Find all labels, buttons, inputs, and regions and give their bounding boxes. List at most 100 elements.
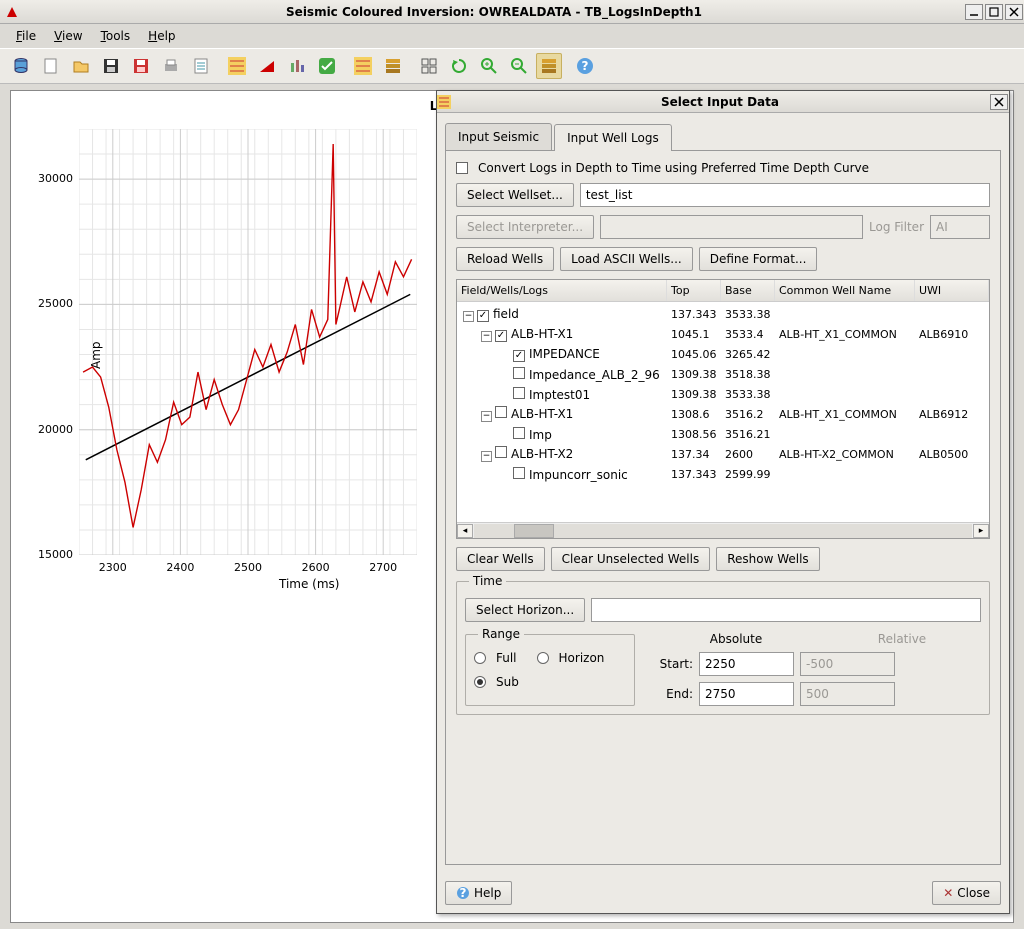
tree-row[interactable]: −✓ALB-HT-X11045.13533.4ALB-HT_X1_COMMONA… (457, 324, 989, 344)
clear-unselected-button[interactable]: Clear Unselected Wells (551, 547, 711, 571)
row-checkbox[interactable] (513, 387, 525, 399)
menu-file[interactable]: File (8, 27, 44, 45)
seismic2-icon[interactable] (350, 53, 376, 79)
select-horizon-button[interactable]: Select Horizon... (465, 598, 585, 622)
open-icon[interactable] (68, 53, 94, 79)
help-icon[interactable]: ? (572, 53, 598, 79)
row-checkbox[interactable] (513, 427, 525, 439)
row-top: 1045.1 (667, 328, 721, 341)
row-uwi: ALB6912 (915, 408, 989, 421)
layers2-icon[interactable] (536, 53, 562, 79)
row-uwi: ALB0500 (915, 448, 989, 461)
reshow-wells-button[interactable]: Reshow Wells (716, 547, 819, 571)
radio-horizon[interactable] (537, 652, 549, 664)
menu-view[interactable]: View (46, 27, 90, 45)
row-base: 3533.38 (721, 308, 775, 321)
dialog-titlebar: Select Input Data (437, 91, 1009, 113)
scroll-right-icon[interactable]: ▸ (973, 524, 989, 538)
col-top[interactable]: Top (667, 280, 721, 301)
tree-row[interactable]: Imp1308.563516.21 (457, 424, 989, 444)
tab-input-seismic[interactable]: Input Seismic (445, 123, 552, 150)
close-button[interactable]: ✕Close (932, 881, 1001, 905)
tree-hscroll[interactable]: ◂ ▸ (457, 522, 989, 538)
tree-row[interactable]: Imptest011309.383533.38 (457, 384, 989, 404)
wellset-input[interactable] (580, 183, 990, 207)
row-checkbox[interactable]: ✓ (477, 310, 489, 322)
wells-tree[interactable]: Field/Wells/Logs Top Base Common Well Na… (456, 279, 990, 539)
check-icon[interactable] (314, 53, 340, 79)
tree-row[interactable]: ✓IMPEDANCE1045.063265.42 (457, 344, 989, 364)
expand-icon[interactable]: − (481, 411, 492, 422)
maximize-button[interactable] (985, 4, 1003, 20)
row-checkbox[interactable] (495, 446, 507, 458)
y-axis-label: Amp (89, 341, 103, 369)
row-top: 137.343 (667, 468, 721, 481)
row-top: 1309.38 (667, 368, 721, 381)
grid-icon[interactable] (416, 53, 442, 79)
window-title: Seismic Coloured Inversion: OWREALDATA -… (24, 5, 964, 19)
save-red-icon[interactable] (128, 53, 154, 79)
seismic1-icon[interactable] (224, 53, 250, 79)
svg-text:?: ? (460, 886, 467, 900)
define-format-button[interactable]: Define Format... (699, 247, 818, 271)
row-checkbox[interactable] (513, 467, 525, 479)
radio-full[interactable] (474, 652, 486, 664)
scroll-thumb[interactable] (514, 524, 554, 538)
db-icon[interactable] (8, 53, 34, 79)
row-base: 3533.4 (721, 328, 775, 341)
start-input[interactable] (699, 652, 794, 676)
end-input[interactable] (699, 682, 794, 706)
print-icon[interactable] (158, 53, 184, 79)
row-checkbox[interactable] (495, 406, 507, 418)
row-checkbox[interactable]: ✓ (495, 330, 507, 342)
dialog-close-icon[interactable] (990, 94, 1008, 110)
refresh-icon[interactable] (446, 53, 472, 79)
convert-checkbox[interactable] (456, 162, 468, 174)
help-button[interactable]: ?Help (445, 881, 512, 905)
reload-wells-button[interactable]: Reload Wells (456, 247, 554, 271)
col-field[interactable]: Field/Wells/Logs (457, 280, 667, 301)
x-tick: 2700 (363, 561, 403, 574)
row-checkbox[interactable]: ✓ (513, 350, 525, 362)
layers-icon[interactable] (380, 53, 406, 79)
expand-icon[interactable]: − (481, 451, 492, 462)
tree-row[interactable]: Impedance_ALB_2_961309.383518.38 (457, 364, 989, 384)
row-base: 2599.99 (721, 468, 775, 481)
expand-icon[interactable]: − (463, 311, 474, 322)
row-checkbox[interactable] (513, 367, 525, 379)
zoom-out-icon[interactable] (506, 53, 532, 79)
row-cwn: ALB-HT_X1_COMMON (775, 408, 915, 421)
col-cwn[interactable]: Common Well Name (775, 280, 915, 301)
tree-row[interactable]: Impuncorr_sonic 137.3432599.99 (457, 464, 989, 484)
tree-row[interactable]: −✓field137.3433533.38 (457, 304, 989, 324)
row-name: Impuncorr_sonic (529, 468, 628, 482)
horizon-input[interactable] (591, 598, 981, 622)
close-window-button[interactable] (1005, 4, 1023, 20)
new-icon[interactable] (38, 53, 64, 79)
row-top: 1308.6 (667, 408, 721, 421)
row-name: Imp (529, 428, 552, 442)
tab-input-well-logs[interactable]: Input Well Logs (554, 124, 672, 151)
menu-tools[interactable]: Tools (93, 27, 139, 45)
expand-icon[interactable]: − (481, 331, 492, 342)
clear-wells-button[interactable]: Clear Wells (456, 547, 545, 571)
select-wellset-button[interactable]: Select Wellset... (456, 183, 574, 207)
report-icon[interactable] (188, 53, 214, 79)
col-uwi[interactable]: UWI (915, 280, 989, 301)
scroll-left-icon[interactable]: ◂ (457, 524, 473, 538)
menu-help[interactable]: Help (140, 27, 183, 45)
tree-row[interactable]: −ALB-HT-X11308.63516.2ALB-HT_X1_COMMONAL… (457, 404, 989, 424)
load-ascii-button[interactable]: Load ASCII Wells... (560, 247, 693, 271)
bars-icon[interactable] (284, 53, 310, 79)
interpreter-input (600, 215, 863, 239)
chart-plot: Amp Time (ms) 15000200002500030000230024… (79, 129, 417, 555)
y-tick: 15000 (29, 548, 73, 561)
radio-sub[interactable] (474, 676, 486, 688)
col-base[interactable]: Base (721, 280, 775, 301)
y-tick: 20000 (29, 423, 73, 436)
zoom-in-icon[interactable] (476, 53, 502, 79)
minimize-button[interactable] (965, 4, 983, 20)
save-icon[interactable] (98, 53, 124, 79)
wedge-icon[interactable] (254, 53, 280, 79)
tree-row[interactable]: −ALB-HT-X2137.342600ALB-HT-X2_COMMONALB0… (457, 444, 989, 464)
